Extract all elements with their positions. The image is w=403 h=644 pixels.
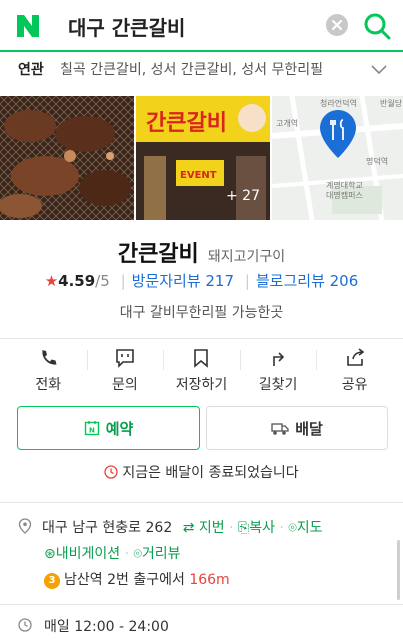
navigation-link[interactable]: ⊛내비게이션 xyxy=(44,546,120,562)
subway-info: 3 남산역 2번 출구에서 166m xyxy=(44,569,230,589)
svg-text:명덕역: 명덕역 xyxy=(366,156,388,166)
divider: | xyxy=(120,272,126,290)
share-icon xyxy=(346,348,365,366)
directions-button[interactable]: 길찾기 xyxy=(239,346,317,398)
svg-text:계명대학교: 계명대학교 xyxy=(326,180,363,190)
phone-icon xyxy=(42,350,57,365)
calendar-icon: N xyxy=(84,421,99,436)
map-label: 지도 xyxy=(296,520,323,536)
section-divider xyxy=(0,604,403,605)
street-view-link[interactable]: ⌾거리뷰 xyxy=(134,546,181,562)
delivery-icon xyxy=(271,423,289,435)
directions-icon xyxy=(273,352,285,366)
related-searches: 연관 칠곡 간큰갈비, 성서 간큰갈비, 성서 무한리필 xyxy=(0,54,403,90)
clock-icon xyxy=(104,465,118,479)
rating-row: ★4.59/5 | 방문자리뷰 217 | 블로그리뷰 206 xyxy=(0,270,403,291)
hours-row[interactable]: 매일 12:00 - 24:00 xyxy=(18,616,169,636)
reserve-label: 예약 xyxy=(105,419,134,438)
section-divider xyxy=(0,502,403,503)
directions-label: 길찾기 xyxy=(258,377,298,393)
place-name: 간큰갈비 xyxy=(117,242,199,267)
location-pin-icon xyxy=(18,518,32,534)
share-button[interactable]: 공유 xyxy=(316,346,393,398)
subway-distance: 166m xyxy=(189,572,230,588)
inquiry-label: 문의 xyxy=(112,377,138,393)
svg-text:EVENT: EVENT xyxy=(180,170,217,181)
delivery-notice: 지금은 배달이 종료되었습니다 xyxy=(0,462,403,482)
clock-icon xyxy=(18,618,32,632)
chat-icon xyxy=(116,349,134,368)
scrollbar[interactable] xyxy=(397,540,400,600)
rating-max: /5 xyxy=(95,272,110,290)
blog-reviews-link[interactable]: 블로그리뷰 206 xyxy=(256,272,358,290)
svg-text:대명캠퍼스: 대명캠퍼스 xyxy=(326,190,363,200)
rating-value: 4.59 xyxy=(58,272,96,290)
svg-text:고개역: 고개역 xyxy=(276,118,298,128)
chevron-down-icon[interactable] xyxy=(370,62,388,76)
call-button[interactable]: 전화 xyxy=(10,346,87,398)
place-category: 돼지고기구이 xyxy=(207,249,286,265)
map-pin-icon xyxy=(320,110,356,158)
map-thumbnail[interactable]: 청라언덕역 반월당 고개역 명덕역 계명대학교 대명캠퍼스 xyxy=(272,96,403,220)
save-button[interactable]: 저장하기 xyxy=(163,346,240,398)
bookmark-icon xyxy=(194,349,209,368)
svg-text:청라언덕역: 청라언덕역 xyxy=(320,98,357,108)
delivery-notice-text: 지금은 배달이 종료되었습니다 xyxy=(122,465,299,481)
dot-separator: · xyxy=(279,520,289,536)
subway-station: 남산역 xyxy=(64,572,103,588)
subway-line-badge: 3 xyxy=(44,573,60,589)
dot-separator: · xyxy=(229,520,238,536)
address-text: 대구 남구 현충로 262 xyxy=(42,520,173,536)
map-link[interactable]: ⌾지도 xyxy=(288,520,322,536)
related-search-links[interactable]: 칠곡 간큰갈비, 성서 간큰갈비, 성서 무한리필 xyxy=(60,59,360,79)
navigation-label: 내비게이션 xyxy=(55,546,121,562)
visitor-reviews-link[interactable]: 방문자리뷰 217 xyxy=(132,272,234,290)
photo-strip: 간큰갈비 EVENT 청라언덕역 반월당 고개역 명덕역 계명대학교 대명캠퍼스 xyxy=(0,96,403,220)
save-label: 저장하기 xyxy=(175,377,228,393)
subway-exit: 2번 출구에서 xyxy=(107,572,185,588)
search-bar: 대구 간큰갈비 xyxy=(0,0,403,52)
related-label: 연관 xyxy=(18,62,44,78)
star-icon: ★ xyxy=(44,272,59,290)
share-label: 공유 xyxy=(341,377,368,393)
place-title: 간큰갈비 돼지고기구이 xyxy=(0,236,403,268)
copy-label: 복사 xyxy=(249,520,275,536)
hours-text: 매일 12:00 - 24:00 xyxy=(44,619,169,635)
jibun-link[interactable]: ⇄ 지번 xyxy=(183,520,225,536)
place-description: 대구 갈비무한리필 가능한곳 xyxy=(119,305,284,321)
action-row: 전화 문의 저장하기 길찾기 공유 xyxy=(10,346,393,398)
copy-link[interactable]: ⎘복사 xyxy=(238,520,275,536)
jibun-label: 지번 xyxy=(198,520,225,536)
delivery-label: 배달 xyxy=(295,419,323,438)
search-input[interactable]: 대구 간큰갈비 xyxy=(68,12,185,41)
street-view-label: 거리뷰 xyxy=(141,546,181,562)
svg-text:간큰갈비: 간큰갈비 xyxy=(146,111,227,136)
clear-search-button[interactable] xyxy=(326,14,348,36)
address-row: 대구 남구 현충로 262 ⇄ 지번 · ⎘복사 · ⌾지도 xyxy=(18,517,323,537)
section-divider xyxy=(0,338,403,339)
delivery-button[interactable]: 배달 xyxy=(206,406,388,450)
food-photo[interactable] xyxy=(0,96,134,220)
search-icon[interactable] xyxy=(362,11,392,41)
inquiry-button[interactable]: 문의 xyxy=(86,346,164,398)
svg-text:N: N xyxy=(89,427,95,435)
close-icon xyxy=(332,20,342,30)
svg-text:반월당: 반월당 xyxy=(380,98,403,108)
naver-logo[interactable] xyxy=(14,12,42,40)
photo-count[interactable]: + 27 xyxy=(226,188,260,204)
call-label: 전화 xyxy=(35,377,62,393)
reserve-button[interactable]: N 예약 xyxy=(17,406,200,450)
dot-separator: · xyxy=(124,546,134,562)
address-links-row: ⊛내비게이션 · ⌾거리뷰 xyxy=(44,543,181,563)
divider: | xyxy=(244,272,250,290)
